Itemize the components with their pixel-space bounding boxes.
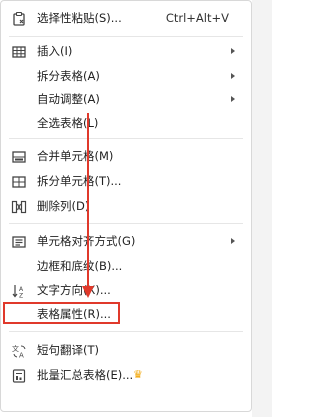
delete-column-icon xyxy=(11,198,27,214)
menu-item-label: 文字方向(X)... xyxy=(37,283,111,297)
menu-separator xyxy=(9,138,243,139)
menu-item-label: 批量汇总表格(E)... xyxy=(37,368,134,382)
svg-text:文: 文 xyxy=(12,344,19,353)
highlight-box xyxy=(3,302,120,324)
menu-shadow-edge xyxy=(252,0,272,417)
menu-item-translate[interactable]: 文 A 短句翻译(T) xyxy=(1,337,251,363)
menu-item-label: 全选表格(L) xyxy=(37,116,99,130)
menu-item-cell-alignment[interactable]: 单元格对齐方式(G) xyxy=(1,228,251,254)
submenu-arrow-icon xyxy=(231,48,235,54)
submenu-arrow-icon xyxy=(231,96,235,102)
split-cells-icon xyxy=(11,173,27,189)
menu-separator xyxy=(9,223,243,224)
paste-special-icon xyxy=(11,10,27,26)
crown-icon: ♛ xyxy=(133,368,143,381)
menu-item-label: 边框和底纹(B)... xyxy=(37,259,123,273)
menu-item-label: 单元格对齐方式(G) xyxy=(37,234,136,248)
context-menu: 选择性粘贴(S)... Ctrl+Alt+V 插入(I) 拆分表格(A) 自动调… xyxy=(0,0,252,412)
submenu-arrow-icon xyxy=(231,238,235,244)
svg-text:Z: Z xyxy=(19,293,23,300)
table-insert-icon xyxy=(11,43,27,59)
menu-item-label: 短句翻译(T) xyxy=(37,343,99,357)
menu-item-select-table[interactable]: 全选表格(L) xyxy=(1,110,251,136)
menu-item-label: 合并单元格(M) xyxy=(37,149,114,163)
translate-icon: 文 A xyxy=(11,342,27,360)
menu-item-label: 删除列(D) xyxy=(37,199,90,213)
menu-item-text-direction[interactable]: A Z 文字方向(X)... xyxy=(1,277,251,303)
menu-item-borders-shading[interactable]: 边框和底纹(B)... xyxy=(1,253,251,279)
menu-item-label: 插入(I) xyxy=(37,44,73,58)
batch-summary-icon xyxy=(11,367,27,383)
menu-item-label: 拆分单元格(T)... xyxy=(37,174,122,188)
menu-item-delete-column[interactable]: 删除列(D) xyxy=(1,193,251,219)
menu-item-label: 自动调整(A) xyxy=(37,92,100,106)
cell-align-icon xyxy=(11,233,27,249)
menu-item-batch-summary[interactable]: 批量汇总表格(E)... ♛ xyxy=(1,362,251,388)
text-direction-icon: A Z xyxy=(11,282,27,300)
menu-item-shortcut: Ctrl+Alt+V xyxy=(165,11,229,25)
submenu-arrow-icon xyxy=(231,73,235,79)
menu-item-paste-special[interactable]: 选择性粘贴(S)... Ctrl+Alt+V xyxy=(1,5,251,31)
menu-item-split-cells[interactable]: 拆分单元格(T)... xyxy=(1,168,251,194)
merge-cells-icon xyxy=(11,148,27,164)
menu-item-insert[interactable]: 插入(I) xyxy=(1,38,251,64)
menu-item-auto-fit[interactable]: 自动调整(A) xyxy=(1,86,251,112)
menu-item-merge-cells[interactable]: 合并单元格(M) xyxy=(1,143,251,169)
menu-item-label: 选择性粘贴(S)... xyxy=(37,11,122,25)
menu-separator xyxy=(9,36,243,37)
menu-separator xyxy=(9,331,243,332)
svg-text:A: A xyxy=(19,352,24,360)
